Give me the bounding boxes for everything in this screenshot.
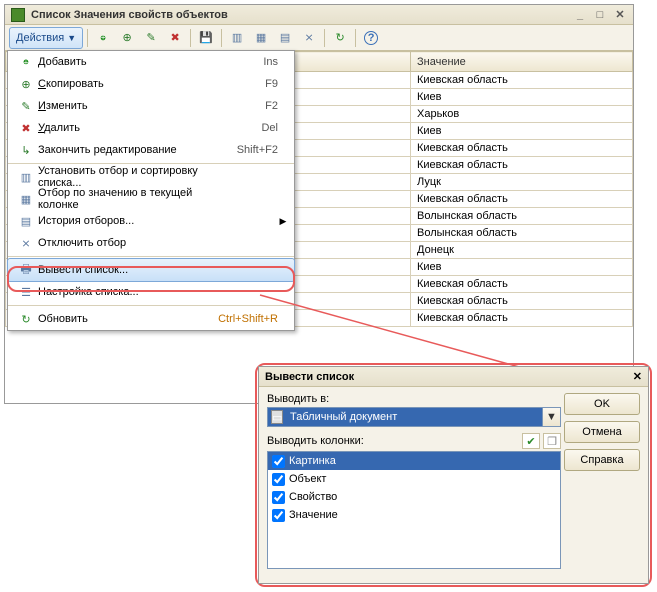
close-button[interactable]: ✕: [613, 8, 627, 22]
column-checkbox[interactable]: [272, 491, 285, 504]
column-checkbox[interactable]: [272, 473, 285, 486]
titlebar: Список Значения свойств объектов _ □ ✕: [5, 5, 633, 25]
help-button-dialog[interactable]: Справка: [564, 449, 640, 471]
filter-history-button[interactable]: [274, 27, 296, 49]
columns-label: Выводить колонки:: [267, 435, 364, 447]
check-all-button[interactable]: [522, 433, 540, 449]
document-icon: [270, 410, 284, 424]
menu-endedit[interactable]: Закончить редактированиеShift+F2: [8, 139, 294, 161]
menu-filter-off[interactable]: Отключить отбор: [8, 232, 294, 254]
app-icon: [11, 8, 25, 22]
edit-button[interactable]: [140, 27, 162, 49]
toolbar: Действия▼: [5, 25, 633, 51]
context-menu: ДобавитьIns СкопироватьF9 ИзменитьF2 Уда…: [7, 50, 295, 331]
check-item[interactable]: Значение: [268, 506, 560, 524]
combo-dropdown-button[interactable]: ▼: [542, 408, 560, 426]
column-checkbox[interactable]: [272, 509, 285, 522]
dialog-title: Вывести список: [265, 371, 354, 383]
check-item[interactable]: Картинка: [268, 452, 560, 470]
menu-output-list[interactable]: Вывести список...: [7, 258, 295, 282]
cancel-button[interactable]: Отмена: [564, 421, 640, 443]
ok-button[interactable]: OK: [564, 393, 640, 415]
filter-off-button[interactable]: [298, 27, 320, 49]
dialog-close-button[interactable]: ✕: [633, 370, 642, 383]
menu-config-list[interactable]: Настройка списка...: [8, 281, 294, 303]
columns-checklist[interactable]: КартинкаОбъектСвойствоЗначение: [267, 451, 561, 569]
menu-filter-by-column[interactable]: Отбор по значению в текущей колонке: [8, 188, 294, 210]
output-dialog: Вывести список ✕ Выводить в: Табличный д…: [258, 366, 649, 584]
menu-edit[interactable]: ИзменитьF2: [8, 95, 294, 117]
col-header-value[interactable]: Значение: [411, 52, 633, 72]
window-title: Список Значения свойств объектов: [31, 9, 573, 21]
delete-button[interactable]: [164, 27, 186, 49]
menu-add[interactable]: ДобавитьIns: [8, 51, 294, 73]
menu-refresh[interactable]: ОбновитьCtrl+Shift+R: [8, 308, 294, 330]
add-button[interactable]: [92, 27, 114, 49]
minimize-button[interactable]: _: [573, 8, 587, 22]
save-button[interactable]: [195, 27, 217, 49]
check-item[interactable]: Объект: [268, 470, 560, 488]
menu-filter-history[interactable]: История отборов...▶: [8, 210, 294, 232]
menu-copy[interactable]: СкопироватьF9: [8, 73, 294, 95]
refresh-button[interactable]: [329, 27, 351, 49]
menu-delete[interactable]: УдалитьDel: [8, 117, 294, 139]
filter-button-1[interactable]: [226, 27, 248, 49]
dialog-titlebar: Вывести список ✕: [259, 367, 648, 387]
actions-dropdown[interactable]: Действия▼: [9, 27, 83, 49]
uncheck-all-button[interactable]: [543, 433, 561, 449]
maximize-button[interactable]: □: [593, 8, 607, 22]
output-to-label: Выводить в:: [267, 393, 561, 405]
output-to-combo[interactable]: Табличный документ ▼: [267, 407, 561, 427]
help-button[interactable]: [360, 27, 382, 49]
copy-button[interactable]: [116, 27, 138, 49]
filter-button-2[interactable]: [250, 27, 272, 49]
column-checkbox[interactable]: [272, 455, 285, 468]
menu-set-filter[interactable]: Установить отбор и сортировку списка...: [8, 166, 294, 188]
check-item[interactable]: Свойство: [268, 488, 560, 506]
